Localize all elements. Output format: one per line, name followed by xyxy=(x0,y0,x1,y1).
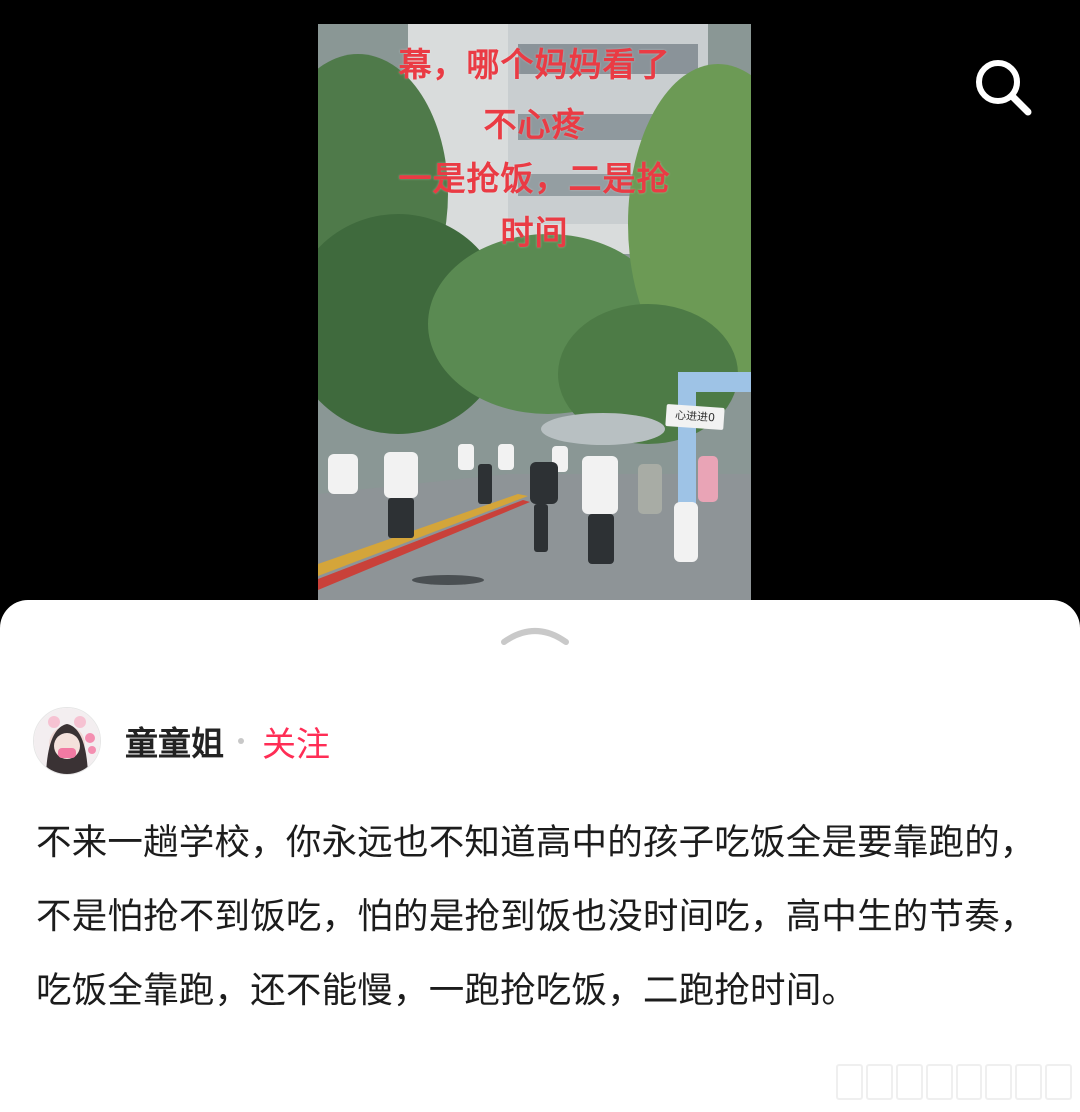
author-row: 童童姐 关注 xyxy=(33,706,330,776)
expand-handle[interactable] xyxy=(500,622,570,648)
separator-dot xyxy=(238,738,244,744)
avatar[interactable] xyxy=(33,707,101,775)
chevron-up-icon xyxy=(501,628,569,645)
overlay-text-line: 时间 xyxy=(500,213,569,252)
video-frame[interactable]: 幕，哪个妈妈看了 不心疼 一是抢饭，二是抢 时间 心进进0 xyxy=(318,24,751,601)
avatar-image xyxy=(34,708,100,774)
gate-sign: 心进进0 xyxy=(665,404,725,430)
search-icon xyxy=(976,60,1032,116)
overlay-text-line: 幕，哪个妈妈看了 xyxy=(398,45,671,84)
post-sheet: 童童姐 关注 不来一趟学校，你永远也不知道高中的孩子吃饭全是要靠跑的，不是怕抢不… xyxy=(0,600,1080,1112)
search-button[interactable] xyxy=(968,52,1040,124)
watermark xyxy=(836,1060,1072,1100)
post-body: 不来一趟学校，你永远也不知道高中的孩子吃饭全是要靠跑的，不是怕抢不到饭吃，怕的是… xyxy=(36,822,1036,1011)
overlay-text-line: 一是抢饭，二是抢 xyxy=(398,159,671,198)
media-viewer: 幕，哪个妈妈看了 不心疼 一是抢饭，二是抢 时间 心进进0 xyxy=(0,0,1080,620)
follow-button[interactable]: 关注 xyxy=(262,717,330,766)
overlay-text-line: 不心疼 xyxy=(483,105,586,144)
author-name[interactable]: 童童姐 xyxy=(125,717,224,765)
